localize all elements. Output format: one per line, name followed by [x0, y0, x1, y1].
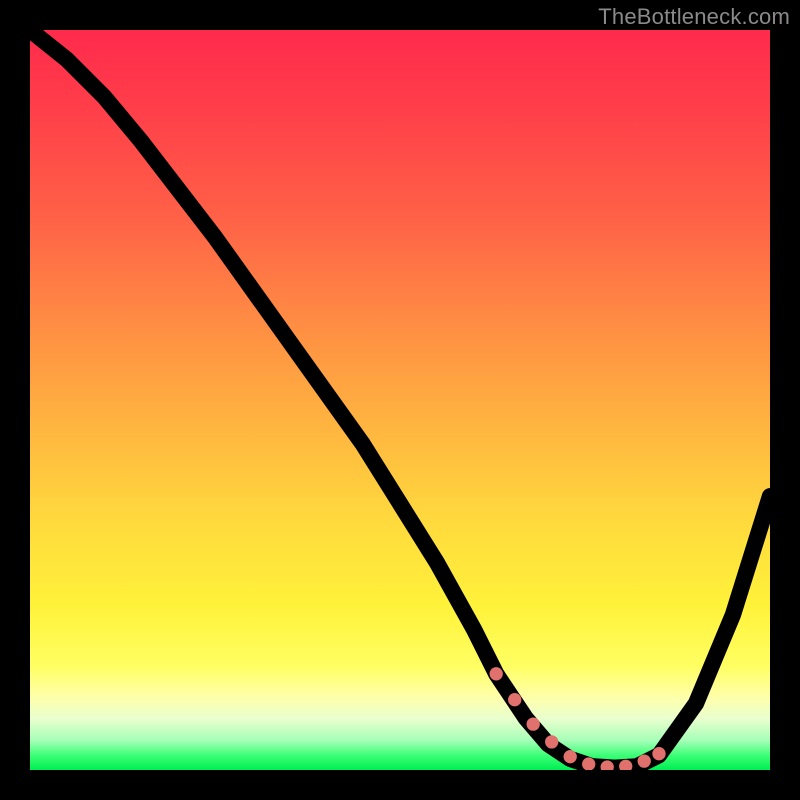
marker-dot: [652, 747, 665, 760]
plot-area: [30, 30, 770, 770]
curve-line: [30, 30, 770, 768]
watermark-text: TheBottleneck.com: [598, 4, 790, 30]
marker-dot: [638, 754, 651, 767]
marker-dot: [527, 717, 540, 730]
marker-dot: [490, 667, 503, 680]
chart-stage: TheBottleneck.com: [0, 0, 800, 800]
marker-dot: [564, 750, 577, 763]
chart-svg: [30, 30, 770, 770]
marker-dot: [545, 735, 558, 748]
marker-dot: [508, 693, 521, 706]
